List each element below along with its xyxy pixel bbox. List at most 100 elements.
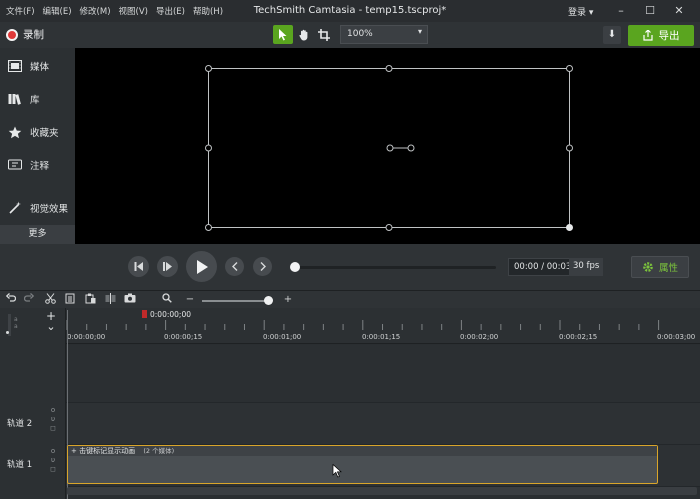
- scissors-icon: [44, 293, 56, 304]
- menu-edit[interactable]: 编辑(E): [43, 5, 72, 17]
- copy-button[interactable]: [63, 293, 77, 307]
- pan-tool-button[interactable]: [294, 25, 314, 44]
- rotate-handle: [407, 144, 415, 152]
- timeline-zoom-handle[interactable]: [264, 296, 273, 305]
- resize-handle: [205, 224, 212, 231]
- split-icon: [105, 293, 115, 304]
- step-forward-icon: [162, 262, 172, 271]
- sidebar-item-label: 注释: [30, 161, 50, 172]
- sidebar-item-favorites[interactable]: 收藏夹: [0, 116, 75, 148]
- menu-view[interactable]: 视图(V): [119, 5, 148, 17]
- sidebar-item-label: 收藏夹: [30, 128, 59, 139]
- clip-media-count: (2 个媒体): [143, 447, 175, 455]
- login-chevron-icon: ▾: [588, 8, 594, 18]
- step-forward-button[interactable]: [157, 256, 178, 277]
- properties-button[interactable]: 属性: [631, 256, 689, 278]
- close-button[interactable]: ✕: [670, 3, 688, 19]
- export-button[interactable]: 导出: [628, 25, 694, 46]
- zoom-in-button[interactable]: +: [281, 293, 295, 307]
- scrubber-handle[interactable]: [290, 262, 300, 272]
- playback-bar: 00:00 / 00:03 30 fps 属性: [0, 244, 700, 290]
- minimize-button[interactable]: –: [612, 3, 630, 19]
- resize-handle: [566, 224, 573, 231]
- snapshot-button[interactable]: [123, 293, 137, 307]
- annotation-icon: [8, 159, 22, 170]
- star-icon: [8, 126, 22, 138]
- mouse-cursor-icon: [332, 464, 342, 478]
- download-icon: ⬇: [607, 29, 617, 40]
- menu-file[interactable]: 文件(F): [6, 5, 35, 17]
- undo-button[interactable]: [4, 293, 18, 307]
- timeline-clip[interactable]: + 击键标记显示动画 (2 个媒体): [67, 445, 658, 484]
- sidebar-item-library[interactable]: 库: [0, 83, 75, 115]
- zoom-value: 100%: [347, 29, 373, 39]
- more-button[interactable]: 更多: [0, 225, 75, 244]
- crop-tool-button[interactable]: [314, 25, 334, 44]
- menu-help[interactable]: 帮助(H): [193, 5, 223, 17]
- track-2-controls[interactable]: o υ ◻: [48, 406, 58, 433]
- sidebar-item-annotations[interactable]: 注释: [0, 149, 75, 181]
- zoom-out-button[interactable]: −: [183, 293, 197, 307]
- resize-handle: [566, 65, 573, 72]
- next-marker-button[interactable]: [253, 257, 272, 276]
- step-back-button[interactable]: [128, 256, 149, 277]
- ruler-tick-label: 0:00:03;00: [657, 333, 696, 341]
- menu-modify[interactable]: 修改(M): [80, 5, 111, 17]
- timeline-horizontal-scrollbar[interactable]: [67, 487, 697, 495]
- hand-icon: [299, 29, 308, 40]
- select-tool-button[interactable]: [273, 25, 293, 44]
- sidebar-item-label: 媒体: [30, 62, 50, 73]
- menu-export[interactable]: 导出(E): [156, 5, 185, 17]
- track-headers: aa + ⌄ 轨道 2 o υ ◻ 轨道 1 o υ ◻: [0, 308, 66, 499]
- cut-button[interactable]: [43, 293, 57, 307]
- step-back-icon: [134, 262, 143, 271]
- play-button[interactable]: [186, 251, 217, 282]
- track-2-row[interactable]: [66, 403, 700, 445]
- search-icon: [162, 293, 172, 303]
- sidebar-item-visual-effects[interactable]: 视觉效果: [0, 192, 75, 224]
- zoom-dropdown[interactable]: 100% ▾: [340, 25, 428, 44]
- fps-display: 30 fps: [569, 258, 604, 276]
- ruler-tick-label: 0:00:02;15: [559, 333, 598, 341]
- scrubber-track[interactable]: [296, 266, 496, 269]
- sidebar-item-label: 库: [30, 95, 40, 106]
- crop-icon: [318, 28, 330, 41]
- split-button[interactable]: [103, 293, 117, 307]
- ruler-tick-label: 0:00:01;00: [263, 333, 302, 341]
- zoom-search-button[interactable]: [160, 293, 174, 307]
- camtasia-window: 文件(F) 编辑(E) 修改(M) 视图(V) 导出(E) 帮助(H) Tech…: [0, 0, 700, 499]
- paste-icon: [85, 293, 95, 304]
- ruler-tick-label: 0:00:01;15: [362, 333, 401, 341]
- record-button[interactable]: 录制: [6, 27, 44, 42]
- main-toolbar: 录制 100% ▾ ⬇ 导出: [0, 22, 700, 48]
- ruler-tick-label: 0:00:00;15: [164, 333, 203, 341]
- track-1-label: 轨道 1: [7, 460, 33, 470]
- export-label: 导出: [658, 30, 680, 42]
- login-button[interactable]: 登录 ▾: [568, 5, 593, 18]
- rotate-handle: [386, 144, 394, 152]
- track-1-controls[interactable]: o υ ◻: [48, 447, 58, 474]
- ruler-tick-label: 0:00:00;00: [67, 333, 106, 341]
- menu-list: 文件(F) 编辑(E) 修改(M) 视图(V) 导出(E) 帮助(H): [0, 5, 231, 17]
- timeline-ruler[interactable]: 0:00:00;00 0:00:00;00 0:00:00;15 0:00:01…: [66, 308, 700, 344]
- clip-title: + 击键标记显示动画: [71, 447, 136, 455]
- collapse-tracks-button[interactable]: ⌄: [44, 321, 58, 337]
- previous-marker-button[interactable]: [225, 257, 244, 276]
- selection-box[interactable]: [75, 48, 700, 244]
- empty-track-area: [66, 345, 700, 403]
- sidebar-item-label: 视觉效果: [30, 204, 69, 215]
- resize-handle: [385, 65, 393, 72]
- properties-label: 属性: [658, 263, 678, 274]
- share-icon: [642, 30, 653, 41]
- sidebar-item-media[interactable]: 媒体: [0, 50, 75, 82]
- lock-icon[interactable]: aa: [14, 316, 18, 330]
- preview-canvas[interactable]: [75, 48, 700, 244]
- paste-button[interactable]: [83, 293, 97, 307]
- download-button[interactable]: ⬇: [603, 26, 621, 44]
- chevron-left-icon: [231, 262, 237, 271]
- record-label: 录制: [23, 29, 44, 41]
- maximize-button[interactable]: ☐: [641, 3, 659, 19]
- redo-button[interactable]: [22, 293, 36, 307]
- dot-icon: [6, 331, 9, 334]
- timeline-zoom-slider[interactable]: [202, 300, 268, 302]
